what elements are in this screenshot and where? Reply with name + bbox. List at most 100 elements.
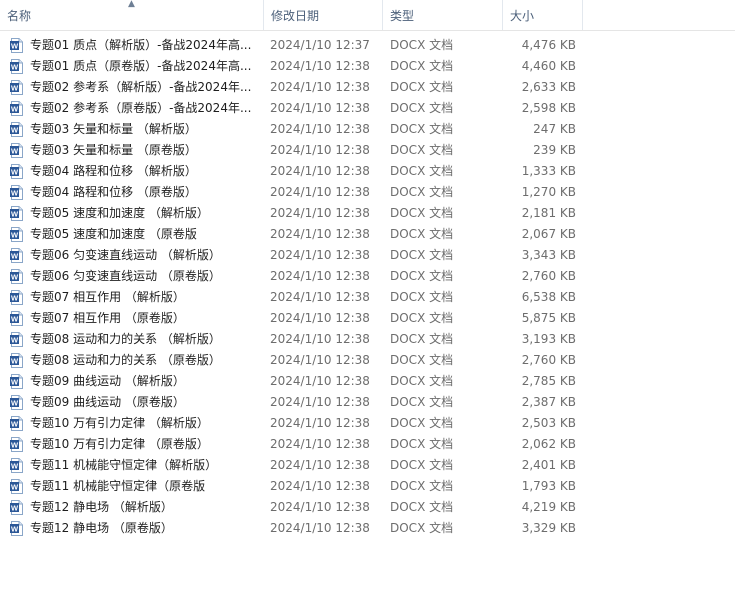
svg-text:W: W [11,524,19,533]
file-name: 专题03 矢量和标量 （原卷版） [30,143,197,157]
column-header-size[interactable]: 大小 [503,0,583,30]
file-name: 专题04 路程和位移 （解析版） [30,164,197,178]
file-date: 2024/1/10 12:38 [270,311,370,325]
word-document-icon: W [10,38,23,53]
file-name: 专题10 万有引力定律 （解析版） [30,416,209,430]
word-document-icon: W [10,290,23,305]
svg-text:W: W [11,125,19,134]
word-document-icon: W [10,164,23,179]
file-size: 1,793 KB [521,479,576,493]
sort-ascending-icon: ▲ [128,0,135,9]
file-name: 专题08 运动和力的关系 （解析版） [30,332,221,346]
file-size: 2,633 KB [521,80,576,94]
word-document-icon: W [10,122,23,137]
file-size: 4,460 KB [521,59,576,73]
file-name: 专题01 质点（原卷版）-备战2024年高... [30,59,252,73]
file-row[interactable]: W 专题03 矢量和标量 （解析版） 2024/1/10 12:38 DOCX 文档 2… [0,119,735,140]
file-type: DOCX 文档 [390,38,454,52]
file-type: DOCX 文档 [390,164,454,178]
file-size: 2,387 KB [521,395,576,409]
file-date: 2024/1/10 12:38 [270,353,370,367]
file-size: 4,219 KB [521,500,576,514]
file-date: 2024/1/10 12:38 [270,290,370,304]
file-size: 239 KB [533,143,576,157]
file-row[interactable]: W 专题09 曲线运动 （原卷版） 2024/1/10 12:38 DOCX 文档 2,… [0,392,735,413]
file-row[interactable]: W 专题03 矢量和标量 （原卷版） 2024/1/10 12:38 DOCX 文档 2… [0,140,735,161]
file-size: 4,476 KB [521,38,576,52]
file-date: 2024/1/10 12:38 [270,332,370,346]
file-size: 3,329 KB [521,521,576,535]
file-row[interactable]: W 专题02 参考系（解析版）-备战2024年... 2024/1/10 12:38… [0,77,735,98]
file-date: 2024/1/10 12:38 [270,206,370,220]
file-type: DOCX 文档 [390,122,454,136]
file-row[interactable]: W 专题05 速度和加速度 （原卷版 2024/1/10 12:38 DOCX 文档 2… [0,224,735,245]
file-row[interactable]: W 专题01 质点（解析版）-备战2024年高... 2024/1/10 12:37… [0,35,735,56]
file-date: 2024/1/10 12:38 [270,458,370,472]
svg-text:W: W [11,440,19,449]
file-type: DOCX 文档 [390,353,454,367]
file-row[interactable]: W 专题10 万有引力定律 （解析版） 2024/1/10 12:38 DOCX 文档… [0,413,735,434]
file-row[interactable]: W 专题12 静电场 （原卷版） 2024/1/10 12:38 DOCX 文档 3,3… [0,518,735,539]
file-size: 3,193 KB [521,332,576,346]
file-type: DOCX 文档 [390,374,454,388]
file-date: 2024/1/10 12:38 [270,500,370,514]
file-date: 2024/1/10 12:38 [270,416,370,430]
file-row[interactable]: W 专题02 参考系（原卷版）-备战2024年... 2024/1/10 12:38… [0,98,735,119]
file-date: 2024/1/10 12:38 [270,479,370,493]
svg-text:W: W [11,293,19,302]
file-row[interactable]: W 专题10 万有引力定律 （原卷版） 2024/1/10 12:38 DOCX 文档… [0,434,735,455]
file-date: 2024/1/10 12:38 [270,80,370,94]
file-row[interactable]: W 专题09 曲线运动 （解析版） 2024/1/10 12:38 DOCX 文档 2,… [0,371,735,392]
file-date: 2024/1/10 12:38 [270,185,370,199]
file-name: 专题06 匀变速直线运动 （解析版） [30,248,221,262]
file-row[interactable]: W 专题11 机械能守恒定律（原卷版 2024/1/10 12:38 DOCX 文档 1… [0,476,735,497]
file-name: 专题09 曲线运动 （解析版） [30,374,185,388]
file-type: DOCX 文档 [390,80,454,94]
word-document-icon: W [10,416,23,431]
word-document-icon: W [10,59,23,74]
file-name: 专题11 机械能守恒定律（解析版） [30,458,218,472]
column-header-bar: 名称 ▲ 修改日期 类型 大小 [0,0,735,31]
file-type: DOCX 文档 [390,143,454,157]
word-document-icon: W [10,206,23,221]
file-row[interactable]: W 专题04 路程和位移 （解析版） 2024/1/10 12:38 DOCX 文档 1… [0,161,735,182]
file-row[interactable]: W 专题08 运动和力的关系 （原卷版） 2024/1/10 12:38 DOCX 文… [0,350,735,371]
file-date: 2024/1/10 12:38 [270,164,370,178]
svg-text:W: W [11,314,19,323]
word-document-icon: W [10,269,23,284]
file-date: 2024/1/10 12:38 [270,374,370,388]
file-row[interactable]: W 专题06 匀变速直线运动 （原卷版） 2024/1/10 12:38 DOCX 文… [0,266,735,287]
file-date: 2024/1/10 12:38 [270,437,370,451]
file-row[interactable]: W 专题08 运动和力的关系 （解析版） 2024/1/10 12:38 DOCX 文… [0,329,735,350]
file-row[interactable]: W 专题12 静电场 （解析版） 2024/1/10 12:38 DOCX 文档 4,2… [0,497,735,518]
svg-text:W: W [11,419,19,428]
file-date: 2024/1/10 12:38 [270,395,370,409]
file-name: 专题05 速度和加速度 （解析版） [30,206,209,220]
file-date: 2024/1/10 12:38 [270,248,370,262]
file-size: 6,538 KB [521,290,576,304]
file-row[interactable]: W 专题01 质点（原卷版）-备战2024年高... 2024/1/10 12:38… [0,56,735,77]
file-row[interactable]: W 专题11 机械能守恒定律（解析版） 2024/1/10 12:38 DOCX 文档… [0,455,735,476]
svg-text:W: W [11,83,19,92]
file-date: 2024/1/10 12:38 [270,521,370,535]
svg-text:W: W [11,104,19,113]
file-size: 2,503 KB [521,416,576,430]
file-row[interactable]: W 专题04 路程和位移 （原卷版） 2024/1/10 12:38 DOCX 文档 1… [0,182,735,203]
file-size: 1,270 KB [521,185,576,199]
file-size: 2,760 KB [521,353,576,367]
file-row[interactable]: W 专题07 相互作用 （原卷版） 2024/1/10 12:38 DOCX 文档 5,… [0,308,735,329]
svg-text:W: W [11,356,19,365]
column-header-type[interactable]: 类型 [383,0,503,30]
file-row[interactable]: W 专题05 速度和加速度 （解析版） 2024/1/10 12:38 DOCX 文档… [0,203,735,224]
column-header-size-label: 大小 [510,9,535,23]
file-name: 专题09 曲线运动 （原卷版） [30,395,185,409]
file-type: DOCX 文档 [390,311,454,325]
file-row[interactable]: W 专题07 相互作用 （解析版） 2024/1/10 12:38 DOCX 文档 6,… [0,287,735,308]
file-type: DOCX 文档 [390,332,454,346]
file-date: 2024/1/10 12:38 [270,122,370,136]
file-row[interactable]: W 专题06 匀变速直线运动 （解析版） 2024/1/10 12:38 DOCX 文… [0,245,735,266]
column-header-date[interactable]: 修改日期 [264,0,383,30]
file-type: DOCX 文档 [390,290,454,304]
svg-text:W: W [11,482,19,491]
column-header-name[interactable]: 名称 ▲ [0,0,264,30]
